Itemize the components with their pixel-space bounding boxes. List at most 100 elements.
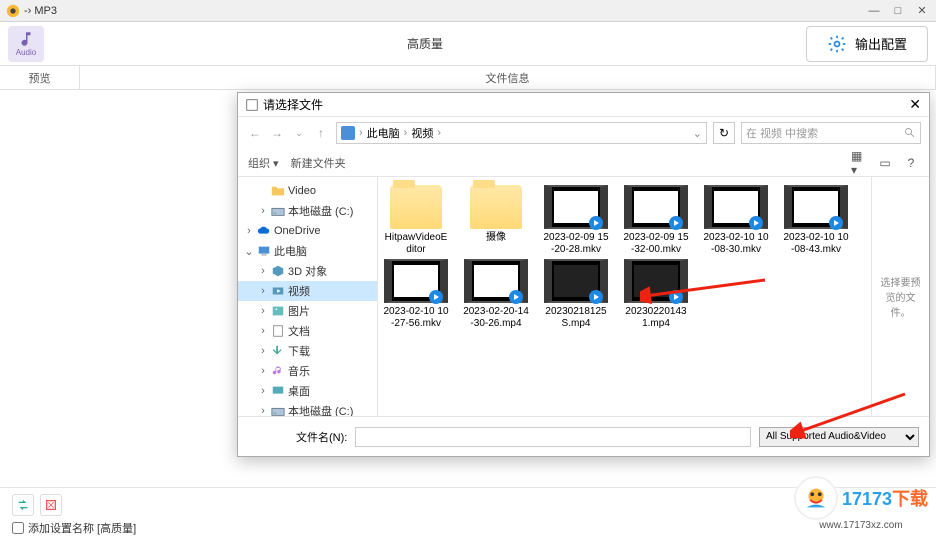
- content-area: 请选择文件 ✕ ← → ⌄ ↑ › 此电脑 › 视频 › ⌄: [0, 90, 936, 487]
- folder-tree[interactable]: Video›本地磁盘 (C:)›OneDrive⌄此电脑›3D 对象›视频›图片…: [238, 177, 378, 416]
- tree-item[interactable]: ⌄此电脑: [238, 241, 377, 261]
- title-bar: -› MP3 — □ ✕: [0, 0, 936, 22]
- file-name-label: 2023-02-10 10-08-43.mkv: [782, 232, 850, 255]
- delete-icon-button[interactable]: [40, 494, 62, 516]
- view-mode-button[interactable]: ▦ ▾: [851, 155, 867, 171]
- tab-file-info[interactable]: 文件信息: [80, 66, 936, 89]
- tree-item[interactable]: ›图片: [238, 301, 377, 321]
- search-placeholder: 在 视频 中搜索: [746, 125, 818, 141]
- breadcrumb-seg2[interactable]: 视频: [411, 125, 433, 141]
- breadcrumb-sep: ›: [404, 127, 408, 139]
- tabs-row: 预览 文件信息: [0, 66, 936, 90]
- breadcrumb[interactable]: › 此电脑 › 视频 › ⌄: [336, 122, 707, 144]
- file-item[interactable]: 20230218125S.mp4: [542, 259, 610, 329]
- dialog-toolbar: 组织 ▾ 新建文件夹 ▦ ▾ ▭ ?: [238, 149, 929, 177]
- tab-preview[interactable]: 预览: [0, 66, 80, 89]
- play-icon: [669, 216, 683, 230]
- file-item[interactable]: 摄像: [462, 185, 530, 255]
- dialog-title-bar: 请选择文件 ✕: [238, 93, 929, 117]
- file-list[interactable]: HitpawVideoEditor 摄像2023-02-09 15-20-28.m…: [378, 177, 871, 416]
- help-button[interactable]: ?: [903, 155, 919, 171]
- quality-label: 高质量: [407, 35, 443, 52]
- file-item[interactable]: 2023-02-10 10-08-30.mkv: [702, 185, 770, 255]
- tree-item[interactable]: ›OneDrive: [238, 221, 377, 241]
- video-thumb: [624, 259, 688, 303]
- file-item[interactable]: 2023-02-09 15-32-00.mkv: [622, 185, 690, 255]
- main-toolbar: Audio 高质量 输出配置: [0, 22, 936, 66]
- dialog-close-button[interactable]: ✕: [909, 96, 921, 113]
- output-settings-button[interactable]: 输出配置: [806, 26, 928, 62]
- history-dropdown-button[interactable]: ⌄: [290, 124, 308, 142]
- tree-item[interactable]: Video: [238, 181, 377, 201]
- play-icon: [829, 216, 843, 230]
- tree-item[interactable]: ›下载: [238, 341, 377, 361]
- watermark-logo-icon: [794, 476, 838, 520]
- file-name-label: 2023-02-10 10-27-56.mkv: [382, 306, 450, 329]
- add-settings-name-checkbox[interactable]: 添加设置名称 [高质量]: [12, 520, 924, 536]
- breadcrumb-seg1[interactable]: 此电脑: [367, 125, 400, 141]
- file-name-label: 20230218125S.mp4: [542, 306, 610, 329]
- nav-forward-button[interactable]: →: [268, 124, 286, 142]
- tree-item[interactable]: ›音乐: [238, 361, 377, 381]
- play-icon: [429, 290, 443, 304]
- tree-item[interactable]: ›本地磁盘 (C:): [238, 201, 377, 221]
- dialog-title-text: 请选择文件: [263, 96, 323, 113]
- file-name-label: 202302201431.mp4: [622, 306, 690, 329]
- video-thumb: [704, 185, 768, 229]
- play-icon: [589, 290, 603, 304]
- file-type-filter[interactable]: All Supported Audio&Video: [759, 427, 919, 447]
- video-thumb: [464, 259, 528, 303]
- dialog-body: Video›本地磁盘 (C:)›OneDrive⌄此电脑›3D 对象›视频›图片…: [238, 177, 929, 416]
- organize-menu[interactable]: 组织 ▾: [248, 155, 279, 171]
- preview-toggle-button[interactable]: ▭: [877, 155, 893, 171]
- maximize-button[interactable]: □: [890, 4, 906, 18]
- settings-name-check[interactable]: [12, 522, 24, 534]
- search-box[interactable]: 在 视频 中搜索: [741, 122, 921, 144]
- audio-format-chip[interactable]: Audio: [8, 26, 44, 62]
- file-open-dialog: 请选择文件 ✕ ← → ⌄ ↑ › 此电脑 › 视频 › ⌄: [237, 92, 930, 457]
- file-item[interactable]: 2023-02-20-14-30-26.mp4: [462, 259, 530, 329]
- filename-label: 文件名(N):: [296, 429, 347, 445]
- minimize-button[interactable]: —: [866, 4, 882, 18]
- file-item[interactable]: 2023-02-09 15-20-28.mkv: [542, 185, 610, 255]
- file-item[interactable]: 2023-02-10 10-08-43.mkv: [782, 185, 850, 255]
- main-window: -› MP3 — □ ✕ Audio 高质量 输出配置 预览 文件信息 请选择文…: [0, 0, 936, 537]
- new-folder-button[interactable]: 新建文件夹: [291, 155, 346, 171]
- play-icon: [669, 290, 683, 304]
- file-name-label: HitpawVideoEditor: [382, 232, 450, 255]
- play-icon: [509, 290, 523, 304]
- watermark-url: www.17173xz.com: [819, 520, 902, 531]
- window-title: -› MP3: [24, 5, 57, 17]
- tree-item[interactable]: ›视频: [238, 281, 377, 301]
- nav-back-button[interactable]: ←: [246, 124, 264, 142]
- file-name-label: 2023-02-20-14-30-26.mp4: [462, 306, 530, 329]
- folder-icon: [470, 185, 522, 229]
- swap-icon-button[interactable]: [12, 494, 34, 516]
- play-icon: [589, 216, 603, 230]
- play-icon: [749, 216, 763, 230]
- gear-icon: [827, 34, 847, 54]
- search-icon: [904, 127, 916, 139]
- file-item[interactable]: 202302201431.mp4: [622, 259, 690, 329]
- tree-item[interactable]: ›3D 对象: [238, 261, 377, 281]
- file-name-label: 2023-02-10 10-08-30.mkv: [702, 232, 770, 255]
- nav-row: ← → ⌄ ↑ › 此电脑 › 视频 › ⌄ ↻ 在 视频 中搜索: [238, 117, 929, 149]
- file-name-label: 2023-02-09 15-32-00.mkv: [622, 232, 690, 255]
- breadcrumb-dropdown[interactable]: ⌄: [693, 127, 702, 140]
- filename-input[interactable]: [355, 427, 751, 447]
- tree-item[interactable]: ›本地磁盘 (C:): [238, 401, 377, 416]
- settings-name-label: 添加设置名称 [高质量]: [28, 520, 136, 536]
- pc-icon: [341, 126, 355, 140]
- video-thumb: [784, 185, 848, 229]
- close-button[interactable]: ✕: [914, 4, 930, 18]
- file-item[interactable]: 2023-02-10 10-27-56.mkv: [382, 259, 450, 329]
- folder-icon: [390, 185, 442, 229]
- preview-pane: 选择要预览的文件。: [871, 177, 929, 416]
- refresh-button[interactable]: ↻: [713, 122, 735, 144]
- watermark-brand: 17173下载: [842, 485, 928, 511]
- video-thumb: [384, 259, 448, 303]
- tree-item[interactable]: ›桌面: [238, 381, 377, 401]
- nav-up-button[interactable]: ↑: [312, 124, 330, 142]
- tree-item[interactable]: ›文档: [238, 321, 377, 341]
- file-item[interactable]: HitpawVideoEditor: [382, 185, 450, 255]
